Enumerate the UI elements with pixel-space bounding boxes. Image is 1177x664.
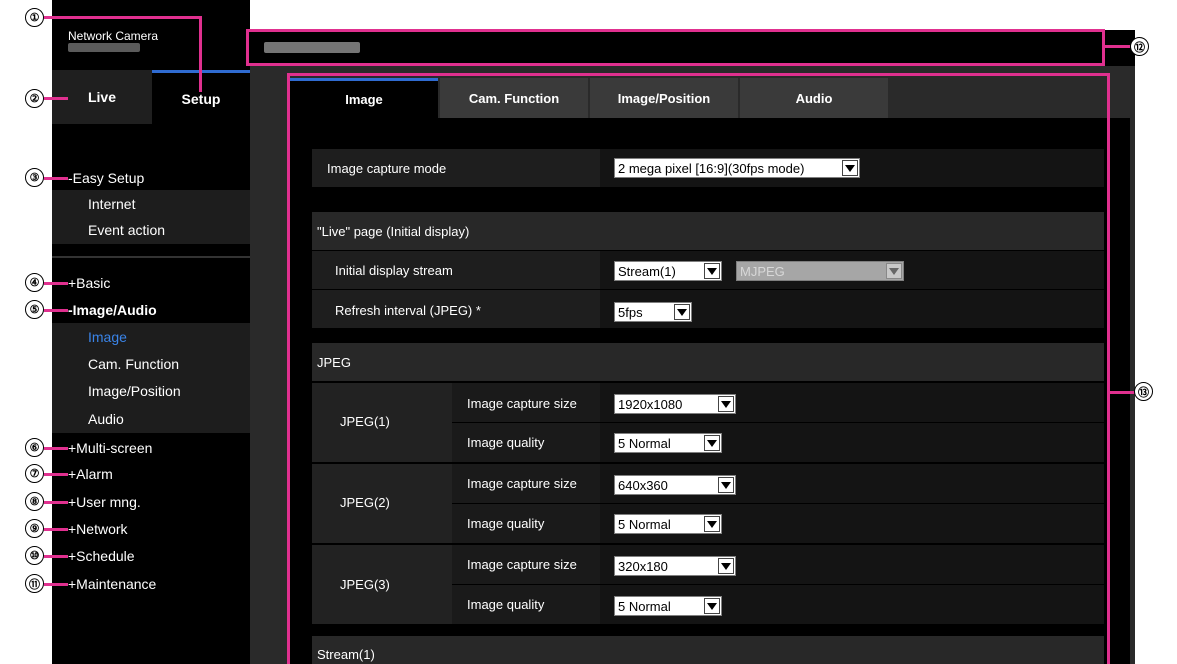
- callout-5: ⑤: [25, 300, 44, 319]
- callout-1-leader: [44, 16, 202, 19]
- callout-9-leader: [44, 528, 68, 531]
- easy-setup-submenu: Internet Event action: [52, 190, 250, 244]
- menu-alarm[interactable]: +Alarm: [68, 466, 113, 482]
- brand-title: Network Camera: [68, 29, 159, 43]
- menu-user-mng[interactable]: +User mng.: [68, 494, 141, 510]
- callout-3-leader: [44, 177, 68, 180]
- menu-item-internet[interactable]: Internet: [88, 196, 135, 212]
- image-audio-submenu: Image Cam. Function Image/Position Audio: [52, 323, 250, 433]
- callout-6-leader: [44, 447, 68, 450]
- callout-8-leader: [44, 501, 68, 504]
- menu-maintenance[interactable]: +Maintenance: [68, 576, 156, 592]
- callout-2-leader: [44, 97, 68, 100]
- callout-12: ⑫: [1130, 37, 1149, 56]
- callout-11: ⑪: [25, 574, 44, 593]
- menu-image-audio[interactable]: -Image/Audio: [68, 302, 157, 318]
- callout-13: ⑬: [1134, 382, 1153, 401]
- callout-8: ⑧: [25, 492, 44, 511]
- annotation-box-main: [287, 73, 1110, 664]
- menu-schedule[interactable]: +Schedule: [68, 548, 135, 564]
- callout-13-leader: [1109, 391, 1135, 394]
- menu-network[interactable]: +Network: [68, 521, 128, 537]
- menu-item-image-position[interactable]: Image/Position: [88, 383, 181, 399]
- menu-item-event-action[interactable]: Event action: [88, 222, 165, 238]
- callout-4-leader: [44, 282, 68, 285]
- callout-5-leader: [44, 309, 68, 312]
- callout-10: ⑩: [25, 546, 44, 565]
- divider: [52, 256, 250, 258]
- menu-item-image[interactable]: Image: [88, 329, 127, 345]
- callout-9: ⑨: [25, 519, 44, 538]
- model-name-blurred: [68, 43, 140, 52]
- menu-easy-setup[interactable]: -Easy Setup: [68, 170, 144, 186]
- brand-area: Network Camera: [52, 0, 250, 68]
- callout-1: ①: [25, 8, 44, 27]
- callout-6: ⑥: [25, 438, 44, 457]
- callout-10-leader: [44, 555, 68, 558]
- callout-11-leader: [44, 583, 68, 586]
- menu-basic[interactable]: +Basic: [68, 275, 110, 291]
- callout-7-leader: [44, 473, 68, 476]
- callout-1-leader-vertical: [199, 16, 202, 92]
- callout-3: ③: [25, 168, 44, 187]
- sidebar: Network Camera Live Setup -Easy Setup In…: [52, 0, 250, 664]
- menu-multi-screen[interactable]: +Multi-screen: [68, 440, 152, 456]
- callout-7: ⑦: [25, 464, 44, 483]
- callout-4: ④: [25, 273, 44, 292]
- callout-2: ②: [25, 89, 44, 108]
- menu-item-cam-function[interactable]: Cam. Function: [88, 356, 179, 372]
- menu-item-audio[interactable]: Audio: [88, 411, 124, 427]
- callout-12-leader: [1104, 45, 1130, 48]
- annotation-box-header: [246, 29, 1105, 66]
